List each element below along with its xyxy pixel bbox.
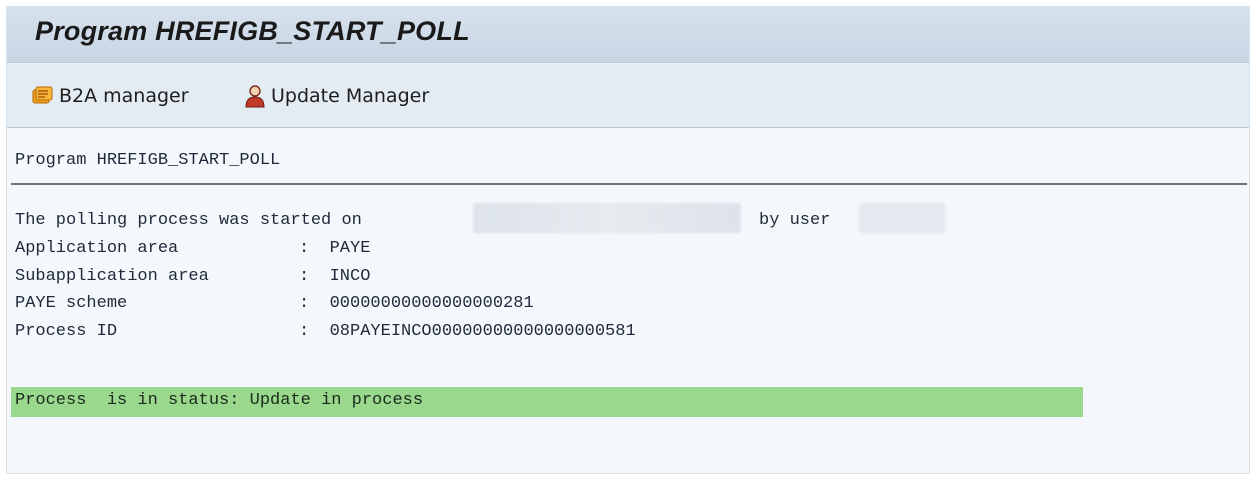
b2a-manager-icon [31,84,55,108]
redacted-user [859,203,945,233]
by-user-text: by user [759,211,831,230]
list-header: Program HREFIGB_START_POLL [15,151,281,170]
field-value-application-area: : PAYE [299,239,371,258]
window: Program HREFIGB_START_POLL B2A manager U… [6,6,1250,474]
started-text: The polling process was started on [15,211,362,230]
redacted-date [473,203,741,233]
field-value-process-id: : 08PAYEINCO00000000000000000581 [299,322,636,341]
field-label-paye-scheme: PAYE scheme [15,294,128,313]
field-label-subapplication-area: Subapplication area [15,267,209,286]
field-value-paye-scheme: : 00000000000000000281 [299,294,534,313]
update-manager-label: Update Manager [271,85,430,107]
b2a-manager-label: B2A manager [59,85,189,107]
field-value-subapplication-area: : INCO [299,267,371,286]
status-text: Process is in status: Update in process [15,391,424,410]
list-output: Program HREFIGB_START_POLL The polling p… [7,129,1249,473]
application-toolbar: B2A manager Update Manager [7,64,1249,128]
b2a-manager-button[interactable]: B2A manager [31,82,189,110]
title-bar: Program HREFIGB_START_POLL [7,7,1249,63]
field-label-application-area: Application area [15,239,179,258]
header-divider [11,183,1247,185]
status-bar: Process is in status: Update in process [11,387,1083,417]
field-label-process-id: Process ID [15,322,118,341]
window-title: Program HREFIGB_START_POLL [35,16,470,46]
user-icon [243,84,267,108]
update-manager-button[interactable]: Update Manager [243,82,429,110]
